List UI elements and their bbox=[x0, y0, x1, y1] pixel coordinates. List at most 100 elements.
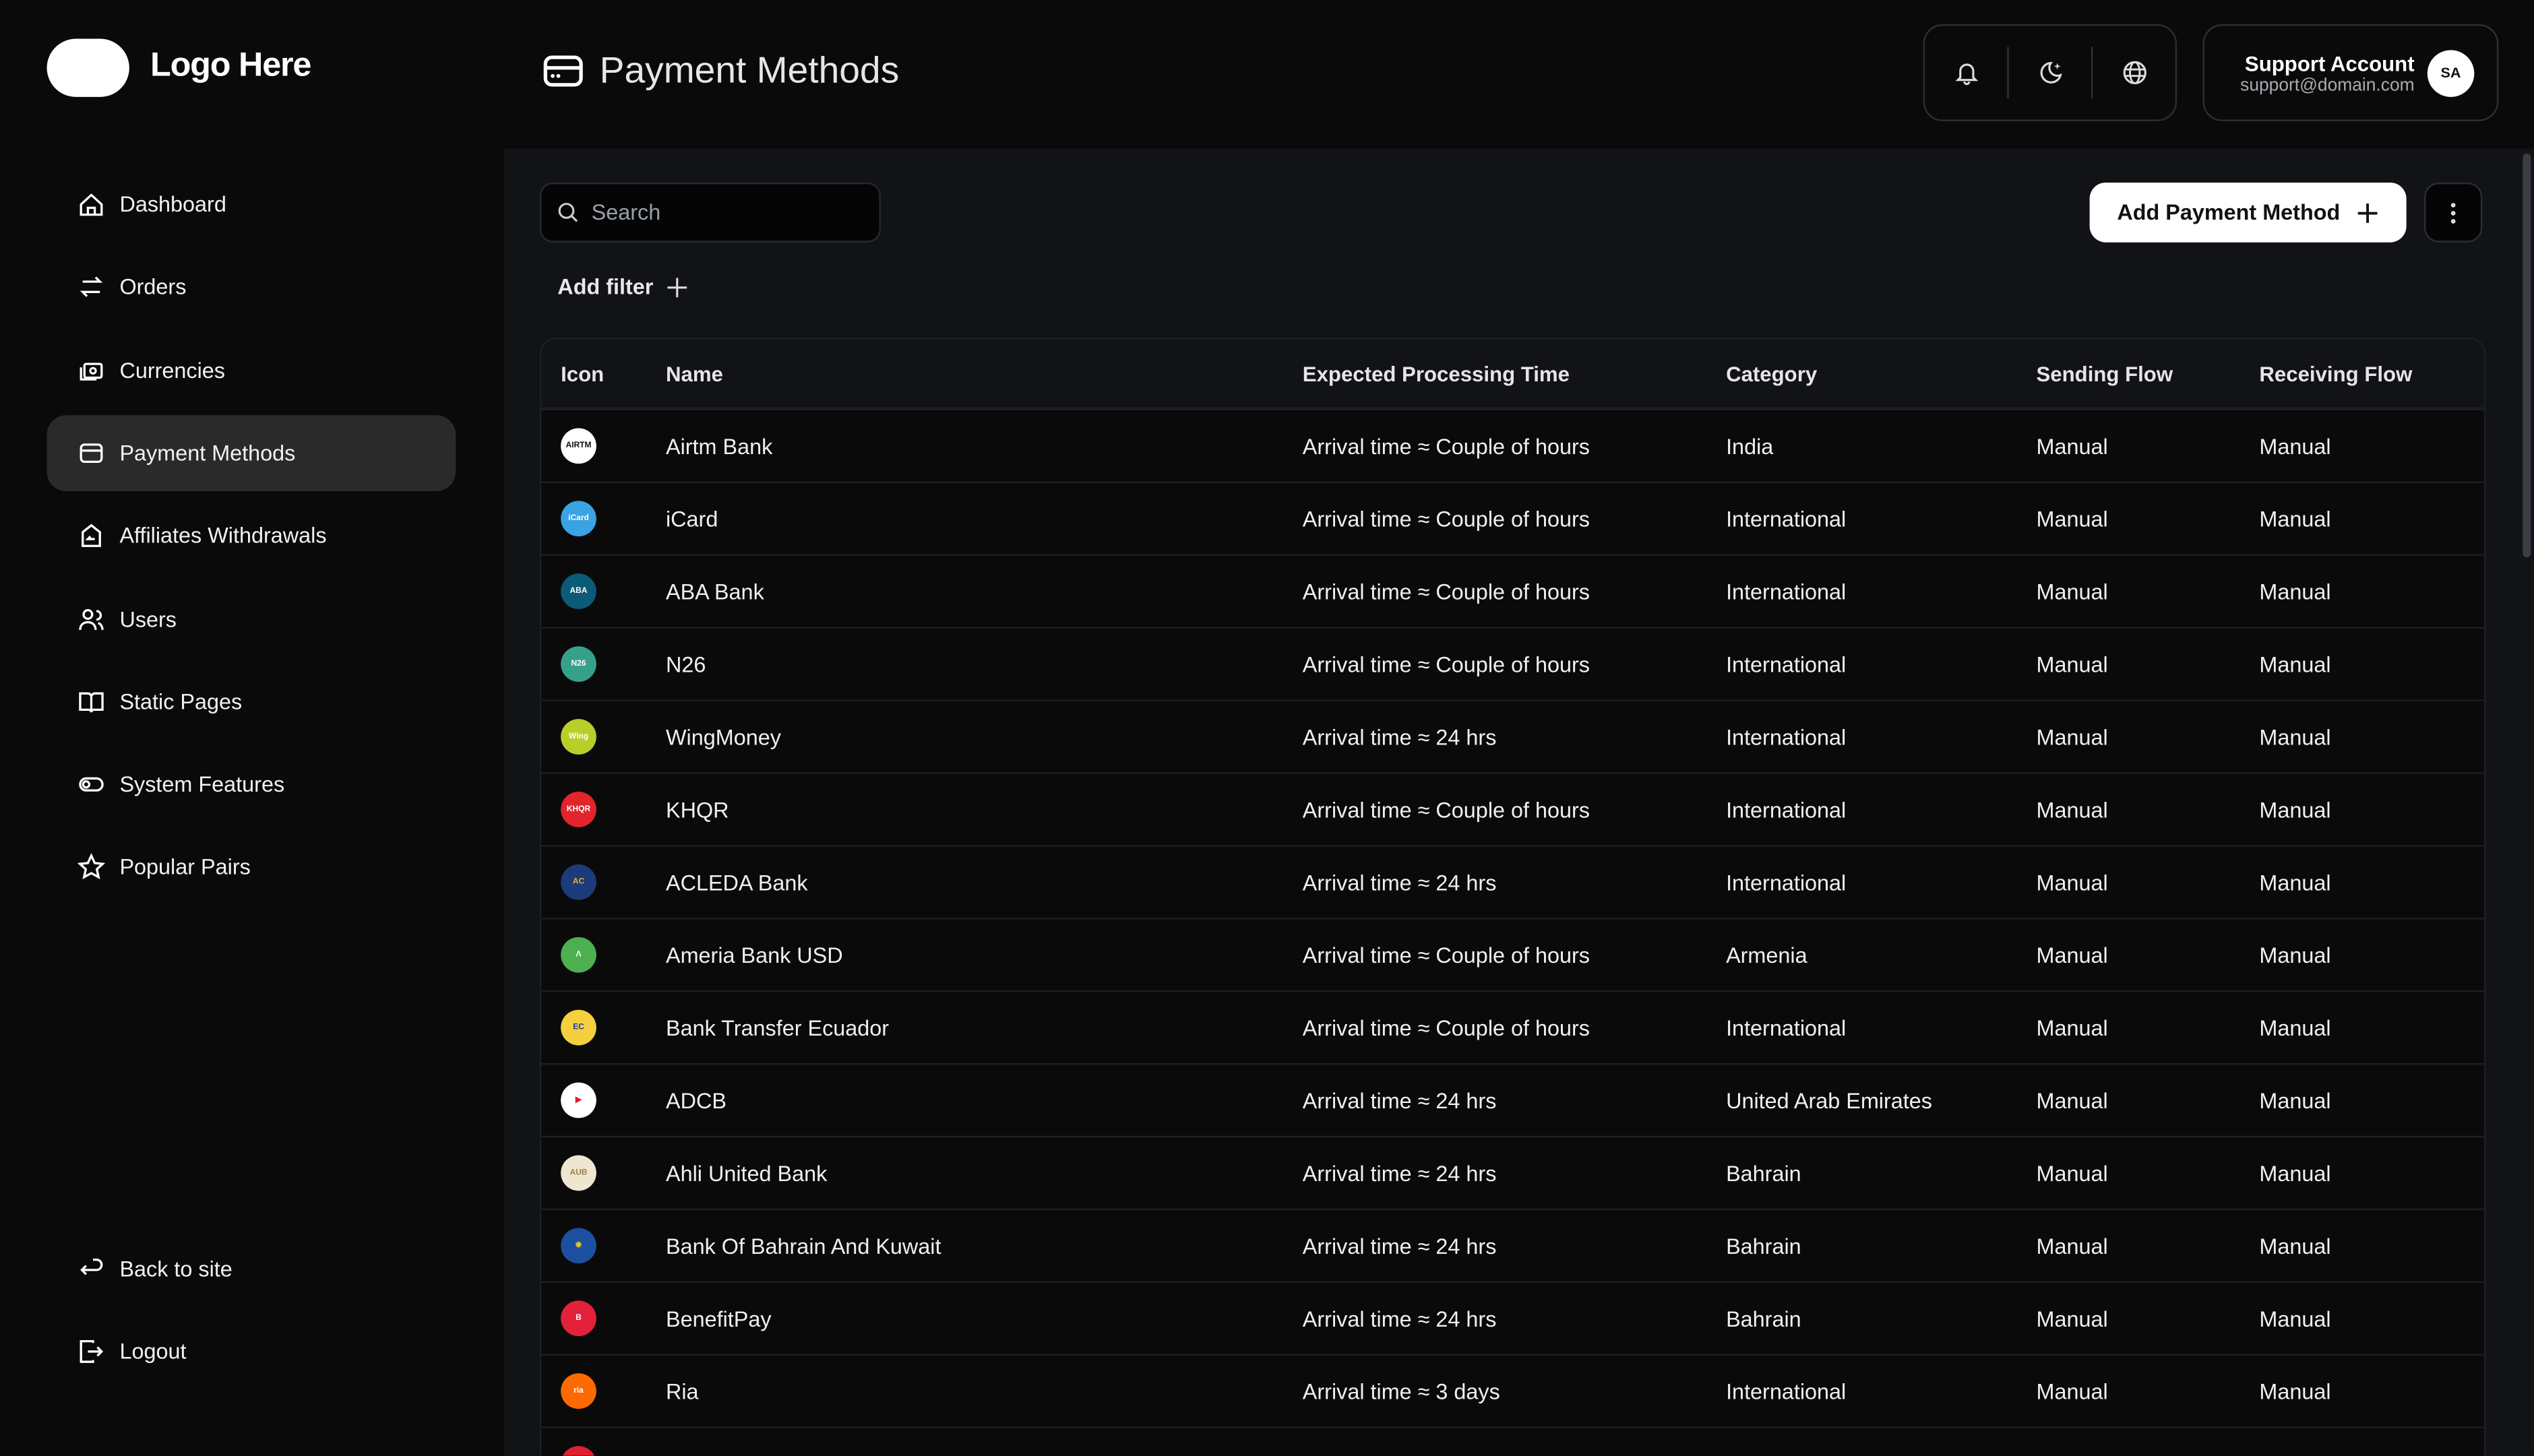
account-menu[interactable]: Support Account support@domain.com SA bbox=[2202, 24, 2498, 121]
category-cell: International bbox=[1726, 652, 2036, 676]
sidebar-item-label: Back to site bbox=[119, 1257, 232, 1281]
logo-text: KHQR bbox=[567, 804, 590, 814]
sidebar-item-system-features[interactable]: System Features bbox=[47, 747, 456, 823]
table-row[interactable]: ▶ADCBArrival time ≈ 24 hrsUnited Arab Em… bbox=[541, 1065, 2483, 1137]
icon-cell: AC bbox=[541, 864, 666, 900]
table-row[interactable]: iCardiCardArrival time ≈ Couple of hours… bbox=[541, 483, 2483, 556]
payment-method-logo-icon: Wing bbox=[561, 719, 596, 755]
logo-text: Λ bbox=[576, 950, 581, 959]
payment-methods-table: Icon Name Expected Processing Time Categ… bbox=[540, 338, 2485, 1455]
sidebar-item-affiliates-withdrawals[interactable]: Affiliates Withdrawals bbox=[47, 498, 456, 574]
sidebar-item-orders[interactable]: Orders bbox=[47, 249, 456, 325]
table-row[interactable]: N26N26Arrival time ≈ Couple of hoursInte… bbox=[541, 629, 2483, 701]
column-header-icon[interactable]: Icon bbox=[541, 361, 666, 385]
table-row[interactable]: AIRTMAirtm BankArrival time ≈ Couple of … bbox=[541, 410, 2483, 483]
receiving-flow-cell: Manual bbox=[2259, 579, 2483, 604]
table-row[interactable]: ✹Bank Of Bahrain And KuwaitArrival time … bbox=[541, 1210, 2483, 1283]
globe-icon bbox=[2121, 60, 2146, 86]
sidebar-item-currencies[interactable]: Currencies bbox=[47, 332, 456, 408]
account-email: support@domain.com bbox=[2240, 75, 2414, 95]
sidebar-item-payment-methods[interactable]: Payment Methods bbox=[47, 415, 456, 491]
icon-cell: ▶ bbox=[541, 1083, 666, 1118]
payment-method-logo-icon: ▶ bbox=[561, 1083, 596, 1118]
column-header-receiving-flow[interactable]: Receiving Flow bbox=[2259, 361, 2483, 385]
sidebar-item-label: Users bbox=[119, 606, 177, 631]
receiving-flow-cell: Manual bbox=[2259, 1379, 2483, 1403]
name-cell: Ria bbox=[666, 1379, 1303, 1403]
column-header-name[interactable]: Name bbox=[666, 361, 1303, 385]
sidebar-item-logout[interactable]: Logout bbox=[47, 1314, 456, 1390]
star-icon bbox=[78, 854, 105, 881]
processing-time-cell: Arrival time ≈ 24 hrs bbox=[1303, 725, 1726, 749]
receiving-flow-cell: Manual bbox=[2259, 507, 2483, 531]
add-filter-label: Add filter bbox=[557, 275, 653, 299]
logo-text: N26 bbox=[571, 659, 586, 668]
payment-method-logo-icon: N26 bbox=[561, 646, 596, 682]
payment-method-logo-icon: AIRTM bbox=[561, 428, 596, 464]
table-row[interactable]: ECBank Transfer EcuadorArrival time ≈ Co… bbox=[541, 992, 2483, 1065]
sending-flow-cell: Manual bbox=[2036, 1234, 2259, 1258]
sidebar-item-back-to-site[interactable]: Back to site bbox=[47, 1231, 456, 1307]
table-row[interactable]: ΛAmeria Bank USDArrival time ≈ Couple of… bbox=[541, 919, 2483, 992]
bell-icon bbox=[1953, 60, 1979, 86]
table-row[interactable]: BBenefitPayArrival time ≈ 24 hrsBahrainM… bbox=[541, 1283, 2483, 1356]
plus-icon bbox=[2356, 201, 2379, 224]
notifications-button[interactable] bbox=[1925, 26, 2007, 119]
logo-text: Wing bbox=[569, 732, 588, 741]
sending-flow-cell: Manual bbox=[2036, 1306, 2259, 1331]
table-row[interactable]: riaRiaArrival time ≈ 3 daysInternational… bbox=[541, 1356, 2483, 1428]
add-payment-method-button[interactable]: Add Payment Method bbox=[2090, 183, 2407, 243]
column-header-processing-time[interactable]: Expected Processing Time bbox=[1303, 361, 1726, 385]
sending-flow-cell: Manual bbox=[2036, 870, 2259, 894]
table-header: Icon Name Expected Processing Time Categ… bbox=[541, 340, 2483, 411]
scrollbar[interactable] bbox=[2523, 154, 2531, 558]
table-row[interactable]: ACACLEDA BankArrival time ≈ 24 hrsIntern… bbox=[541, 847, 2483, 920]
processing-time-cell: Arrival time ≈ Couple of hours bbox=[1303, 943, 1726, 967]
icon-cell: ria bbox=[541, 1373, 666, 1409]
processing-time-cell: Arrival time ≈ 24 hrs bbox=[1303, 1234, 1726, 1258]
receiving-flow-cell: Manual bbox=[2259, 1161, 2483, 1185]
category-cell: International bbox=[1726, 870, 2036, 894]
receiving-flow-cell: Manual bbox=[2259, 1306, 2483, 1331]
sidebar-item-dashboard[interactable]: Dashboard bbox=[47, 166, 456, 243]
icon-cell: EC bbox=[541, 1010, 666, 1046]
table-row[interactable]: WingWingMoneyArrival time ≈ 24 hrsIntern… bbox=[541, 701, 2483, 774]
icon-cell: MG bbox=[541, 1446, 666, 1455]
more-vertical-icon bbox=[2450, 201, 2456, 224]
account-name: Support Account bbox=[2240, 51, 2414, 75]
theme-toggle-button[interactable] bbox=[2009, 26, 2091, 119]
column-header-category[interactable]: Category bbox=[1726, 361, 2036, 385]
sidebar-item-label: Dashboard bbox=[119, 192, 226, 216]
name-cell: ADCB bbox=[666, 1088, 1303, 1112]
add-filter-button[interactable]: Add filter bbox=[557, 275, 689, 299]
payment-method-logo-icon: Λ bbox=[561, 937, 596, 973]
arrows-exchange-icon bbox=[78, 274, 105, 301]
logo-text: EC bbox=[573, 1023, 584, 1032]
table-row[interactable]: KHQRKHQRArrival time ≈ Couple of hoursIn… bbox=[541, 774, 2483, 847]
table-row[interactable]: MGMoneyGramArrival time ≈ 3 daysInternat… bbox=[541, 1428, 2483, 1456]
icon-cell: AUB bbox=[541, 1156, 666, 1191]
table-row[interactable]: AUBAhli United BankArrival time ≈ 24 hrs… bbox=[541, 1137, 2483, 1210]
name-cell: WingMoney bbox=[666, 725, 1303, 749]
table-row[interactable]: ABAABA BankArrival time ≈ Couple of hour… bbox=[541, 556, 2483, 629]
sidebar-item-label: Orders bbox=[119, 275, 186, 299]
language-button[interactable] bbox=[2093, 26, 2175, 119]
logo-text: ABA bbox=[569, 586, 587, 596]
name-cell: Bank Transfer Ecuador bbox=[666, 1015, 1303, 1040]
search-input[interactable]: Search bbox=[540, 183, 881, 243]
column-header-sending-flow[interactable]: Sending Flow bbox=[2036, 361, 2259, 385]
category-cell: India bbox=[1726, 434, 2036, 458]
sidebar-item-users[interactable]: Users bbox=[47, 581, 456, 657]
receiving-flow-cell: Manual bbox=[2259, 725, 2483, 749]
users-icon bbox=[78, 605, 105, 633]
more-options-button[interactable] bbox=[2424, 183, 2482, 243]
icon-cell: N26 bbox=[541, 646, 666, 682]
icon-cell: iCard bbox=[541, 501, 666, 536]
sending-flow-cell: Manual bbox=[2036, 1379, 2259, 1403]
receiving-flow-cell: Manual bbox=[2259, 1015, 2483, 1040]
sidebar-item-popular-pairs[interactable]: Popular Pairs bbox=[47, 829, 456, 906]
credit-card-icon bbox=[78, 439, 105, 467]
search-icon bbox=[557, 202, 578, 223]
sidebar-item-static-pages[interactable]: Static Pages bbox=[47, 664, 456, 740]
payment-method-logo-icon: KHQR bbox=[561, 792, 596, 827]
